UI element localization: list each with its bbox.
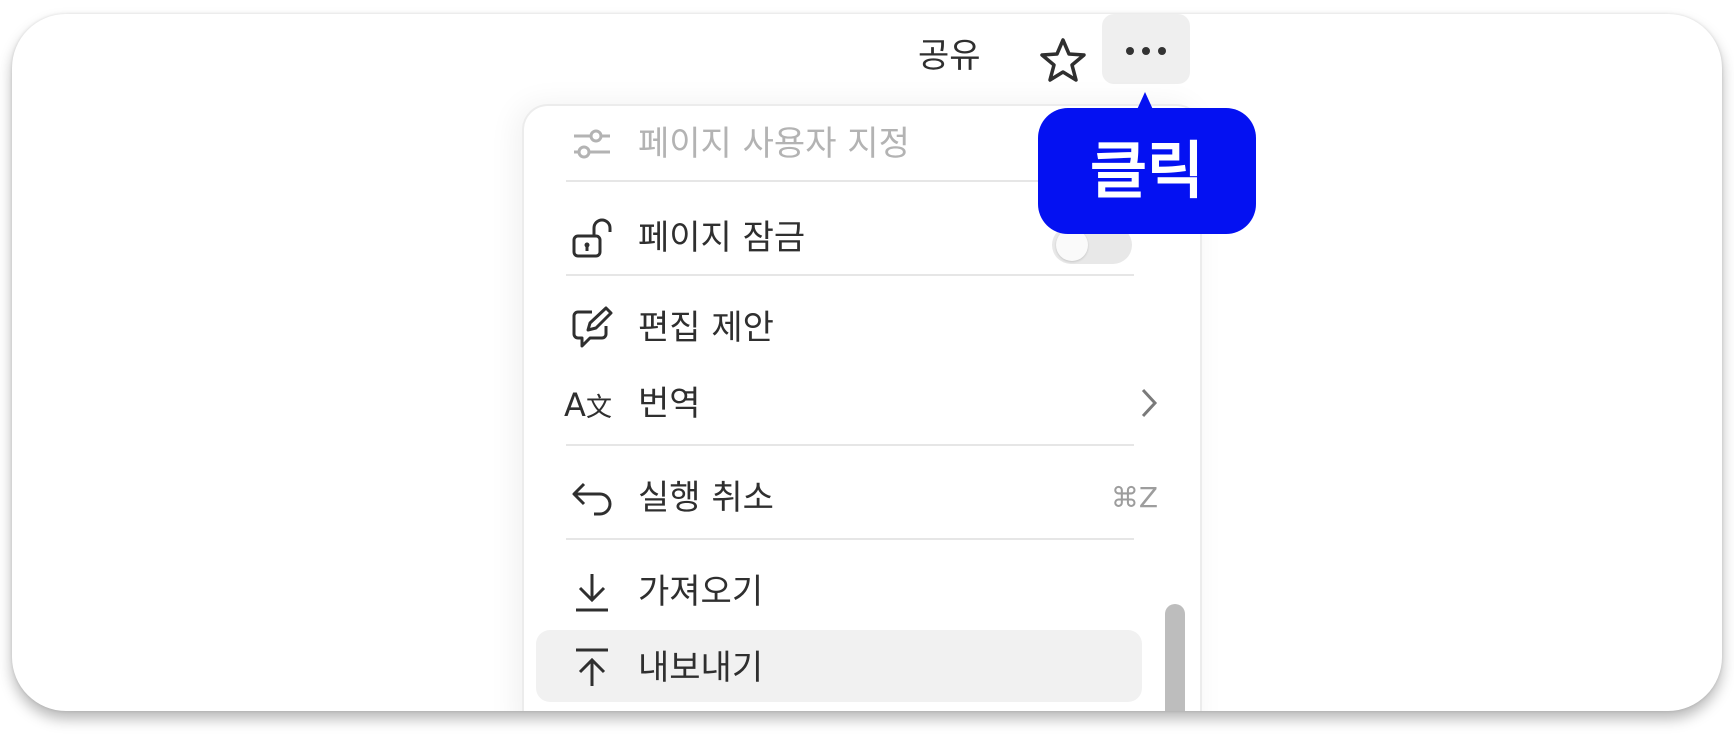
suggest-edit-icon — [572, 306, 613, 348]
svg-text:文: 文 — [586, 393, 612, 423]
menu-item-label: 번역 — [638, 384, 701, 424]
sliders-icon — [574, 129, 610, 159]
hover-highlight — [536, 630, 1142, 702]
menu-item-import[interactable]: 가져오기 — [524, 560, 1200, 624]
share-button[interactable]: 공유 — [918, 34, 998, 78]
undo-icon — [572, 482, 612, 516]
menu-divider — [566, 538, 1134, 540]
click-callout: 클릭 — [1038, 108, 1256, 234]
svg-text:A: A — [564, 386, 586, 424]
ellipsis-dot — [1158, 47, 1166, 55]
menu-item-undo[interactable]: 실행 취소 ⌘Z — [524, 466, 1200, 530]
menu-divider — [566, 444, 1134, 446]
menu-item-label: 편집 제안 — [638, 308, 774, 348]
app-window: 공유 페이지 사용자 지정 페이지 잠금 편집 제안 A 文 번역 실행 취소 … — [12, 14, 1722, 711]
download-icon — [576, 574, 608, 612]
more-button[interactable] — [1102, 14, 1190, 84]
ellipsis-icon — [1126, 47, 1134, 55]
shortcut-label: ⌘Z — [1110, 481, 1158, 514]
menu-item-export[interactable]: 내보내기 — [524, 630, 1200, 702]
ellipsis-dot — [1142, 47, 1150, 55]
star-icon[interactable] — [1038, 36, 1088, 86]
translate-icon: A 文 — [564, 386, 612, 424]
menu-item-label: 페이지 잠금 — [638, 218, 806, 258]
menu-item-label: 실행 취소 — [638, 478, 774, 518]
menu-item-label: 가져오기 — [638, 572, 764, 612]
menu-item-label: 내보내기 — [638, 648, 764, 688]
chevron-right-icon — [1141, 388, 1158, 418]
menu-scrollbar-thumb[interactable] — [1165, 604, 1185, 711]
upload-icon — [576, 648, 608, 686]
menu-item-suggest-edits[interactable]: 편집 제안 — [524, 296, 1200, 360]
unlock-icon — [572, 218, 612, 258]
callout-text: 클릭 — [1089, 134, 1205, 207]
menu-item-translate[interactable]: A 文 번역 — [524, 372, 1200, 436]
menu-divider — [566, 274, 1134, 276]
menu-item-label: 페이지 사용자 지정 — [638, 124, 910, 164]
